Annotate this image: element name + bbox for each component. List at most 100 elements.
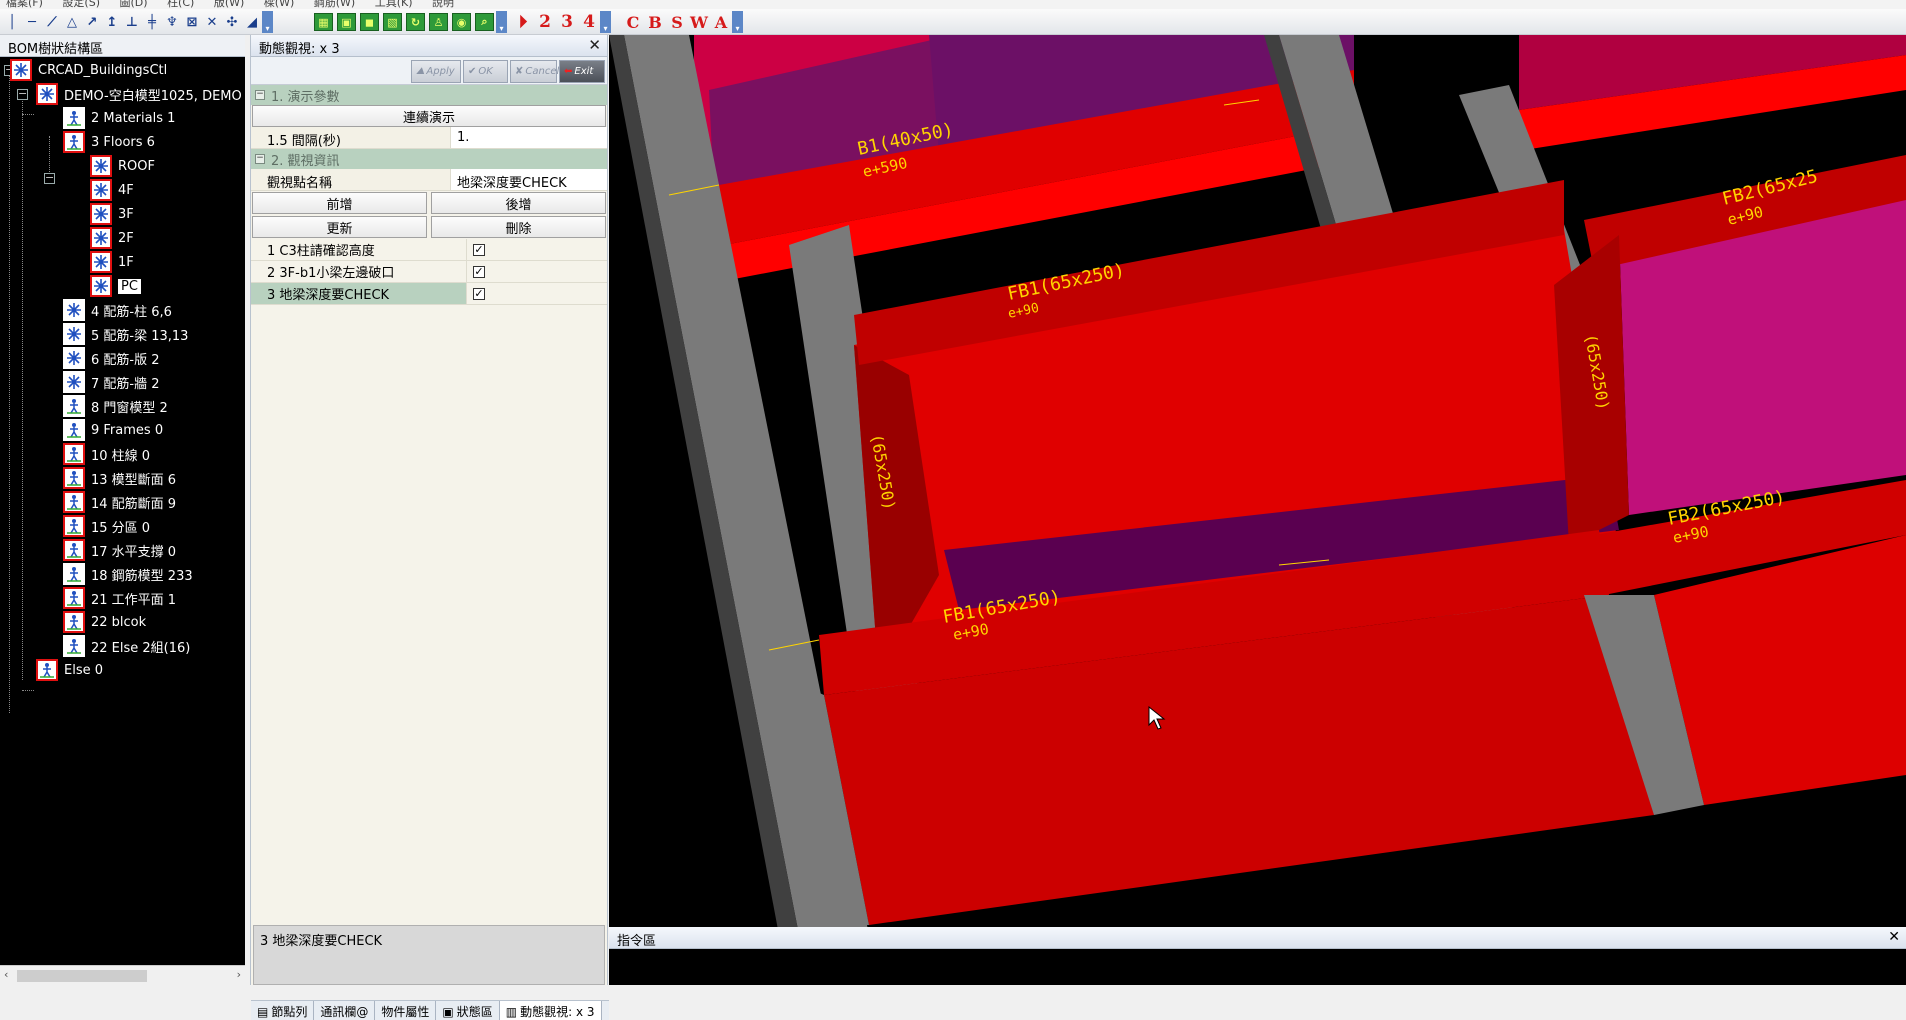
diagonal-line-icon[interactable]: ⟋	[42, 12, 62, 32]
toolbar-overflow-icon-4[interactable]: ▾	[732, 11, 743, 33]
tree-node-model-section[interactable]: 13 模型斷面 6	[63, 467, 176, 489]
apply-button[interactable]: ⛰ Apply	[411, 60, 461, 83]
play-icon[interactable]: ⏵	[512, 12, 534, 32]
viewpoint-list-item-selected[interactable]: 3 地梁深度要CHECK ✓	[251, 283, 607, 305]
update-button[interactable]: 更新	[252, 216, 427, 238]
viewpoint-checkbox[interactable]: ✓	[473, 287, 485, 300]
menu-beam[interactable]: 樑(W)	[264, 0, 294, 9]
column-button[interactable]: C	[622, 12, 644, 32]
tab-properties[interactable]: 物件屬性	[375, 1001, 437, 1020]
expand-toggle-floors[interactable]: −	[44, 172, 55, 184]
menu-file[interactable]: 檔案(F)	[6, 0, 43, 9]
menu-rebar[interactable]: 鋼筋(W)	[314, 0, 355, 9]
horizontal-line-icon[interactable]: ─	[22, 12, 42, 32]
tree-node-work-plane[interactable]: 21 工作平面 1	[63, 587, 176, 609]
fill-triangle-icon[interactable]: ◢	[242, 12, 262, 32]
up-arrow-icon[interactable]: ↥	[102, 12, 122, 32]
close-icon[interactable]: ✕	[1888, 929, 1900, 945]
slab-button[interactable]: S	[666, 12, 688, 32]
view-iso-icon[interactable]: ▧	[383, 13, 402, 31]
tree-node-1f[interactable]: 1F	[90, 251, 134, 273]
add-before-button[interactable]: 前增	[252, 192, 427, 214]
menu-settings[interactable]: 設定(S)	[62, 0, 100, 9]
tree-node-pc[interactable]: PC	[90, 275, 141, 297]
menu-column[interactable]: 柱(C)	[167, 0, 194, 9]
rotate-icon[interactable]: ↻	[406, 13, 425, 31]
menu-tools[interactable]: 工具(K)	[375, 0, 413, 9]
section-demo-params[interactable]: − 1. 演示參數	[251, 85, 607, 105]
delete-button[interactable]: 刪除	[431, 216, 606, 238]
tree-node-blcok[interactable]: 22 blcok	[63, 611, 146, 633]
tab-status[interactable]: ▣ 狀態區	[436, 1001, 500, 1020]
tab-dynamic-view[interactable]: ▥ 動態觀視: x 3	[499, 1001, 602, 1020]
viewpoint-list-item[interactable]: 2 3F-b1小梁左邊破口 ✓	[251, 261, 607, 283]
tree-node-rebar-beam[interactable]: 5 配筋-梁 13,13	[63, 323, 188, 345]
bom-horizontal-scrollbar[interactable]: ‹ ›	[0, 965, 245, 985]
viewpoint-checkbox[interactable]: ✓	[473, 243, 485, 256]
view-top-icon[interactable]: ▦	[314, 13, 333, 31]
box-x-icon[interactable]: ⊠	[182, 12, 202, 32]
menu-help[interactable]: 說明	[432, 0, 454, 9]
interval-input[interactable]: 1.	[451, 127, 607, 148]
viewpoint-list-item[interactable]: 1 C3柱請確認高度 ✓	[251, 239, 607, 261]
tree-node-rebar-model[interactable]: 18 鋼筋模型 233	[63, 563, 193, 585]
add-after-button[interactable]: 後增	[431, 192, 606, 214]
corner-arrow-icon[interactable]: ↗	[82, 12, 102, 32]
zoom-icon[interactable]: ⌕	[475, 13, 494, 31]
join-icon[interactable]: ⊥	[122, 12, 142, 32]
tree-node-bracing[interactable]: 17 水平支撐 0	[63, 539, 176, 561]
triangle-icon[interactable]: △	[62, 12, 82, 32]
cancel-button[interactable]: ✘ Cancel	[510, 60, 559, 83]
beam-button[interactable]: B	[644, 12, 666, 32]
tab-nodes[interactable]: ▤ 節點列	[251, 1001, 315, 1020]
scroll-left-icon[interactable]: ‹	[4, 968, 8, 981]
toolbar-overflow-icon-3[interactable]: ▾	[600, 11, 611, 33]
snap-point-icon[interactable]: ✣	[222, 12, 242, 32]
ok-button[interactable]: ✔ OK	[463, 60, 508, 83]
exit-button[interactable]: ⬅ Exit	[559, 60, 605, 83]
tree-node-demo[interactable]: DEMO-空白模型1025, DEMO	[36, 83, 242, 105]
tree-node-rebar-wall[interactable]: 7 配筋-牆 2	[63, 371, 160, 393]
tree-node-materials[interactable]: 2 Materials 1	[63, 107, 175, 129]
view-front-icon[interactable]: ▣	[337, 13, 356, 31]
tree-node-zone[interactable]: 15 分區 0	[63, 515, 150, 537]
menu-slab[interactable]: 版(W)	[214, 0, 244, 9]
tree-node-root[interactable]: CRCAD_BuildingsCtl	[10, 59, 167, 81]
tree-node-rebar-section[interactable]: 14 配筋斷面 9	[63, 491, 176, 513]
tab-comm[interactable]: 通訊欄@	[314, 1001, 376, 1020]
tree-node-rebar-slab[interactable]: 6 配筋-版 2	[63, 347, 160, 369]
toolbar-overflow-icon[interactable]: ▾	[262, 11, 273, 33]
section-view-info[interactable]: − 2. 觀視資訊	[251, 149, 607, 169]
collapse-icon[interactable]: −	[255, 154, 265, 164]
tree-node-floors[interactable]: 3 Floors 6	[63, 131, 155, 153]
tree-node-else[interactable]: Else 0	[36, 659, 103, 681]
viewpoint-checkbox[interactable]: ✓	[473, 265, 485, 278]
pin-icon[interactable]: ♆	[162, 12, 182, 32]
preset-2-button[interactable]: 2	[534, 12, 556, 32]
expand-toggle-demo[interactable]: −	[17, 88, 28, 100]
all-button[interactable]: A	[710, 12, 732, 32]
scroll-right-icon[interactable]: ›	[237, 968, 241, 981]
collapse-icon[interactable]: −	[255, 90, 265, 100]
toolbar-overflow-icon-2[interactable]: ▾	[496, 11, 507, 33]
camera-icon[interactable]: ◉	[452, 13, 471, 31]
walk-icon[interactable]: ♙	[429, 13, 448, 31]
tree-node-else-group[interactable]: 22 Else 2組(16)	[63, 635, 190, 657]
tree-node-4f[interactable]: 4F	[90, 179, 134, 201]
preset-3-button[interactable]: 3	[556, 12, 578, 32]
vertical-line-icon[interactable]: │	[2, 12, 22, 32]
viewpoint-name-input[interactable]: 地梁深度要CHECK	[451, 169, 607, 190]
x-icon[interactable]: ✕	[202, 12, 222, 32]
tree-node-roof[interactable]: ROOF	[90, 155, 155, 177]
tree-node-column-line[interactable]: 10 柱線 0	[63, 443, 150, 465]
continuous-demo-button[interactable]: 連續演示	[252, 105, 606, 127]
menu-draw[interactable]: 圖(D)	[120, 0, 148, 9]
tree-node-2f[interactable]: 2F	[90, 227, 134, 249]
wall-button[interactable]: W	[688, 12, 710, 32]
tree-node-rebar-column[interactable]: 4 配筋-柱 6,6	[63, 299, 172, 321]
scrollbar-thumb[interactable]	[17, 970, 147, 982]
tree-node-door-window[interactable]: 8 門窗模型 2	[63, 395, 168, 417]
view-side-icon[interactable]: ◼	[360, 13, 379, 31]
preset-4-button[interactable]: 4	[578, 12, 600, 32]
3d-viewport[interactable]: B1(40x50) e+590 FB1(65x250) e+90 FB1(65x…	[609, 35, 1906, 927]
